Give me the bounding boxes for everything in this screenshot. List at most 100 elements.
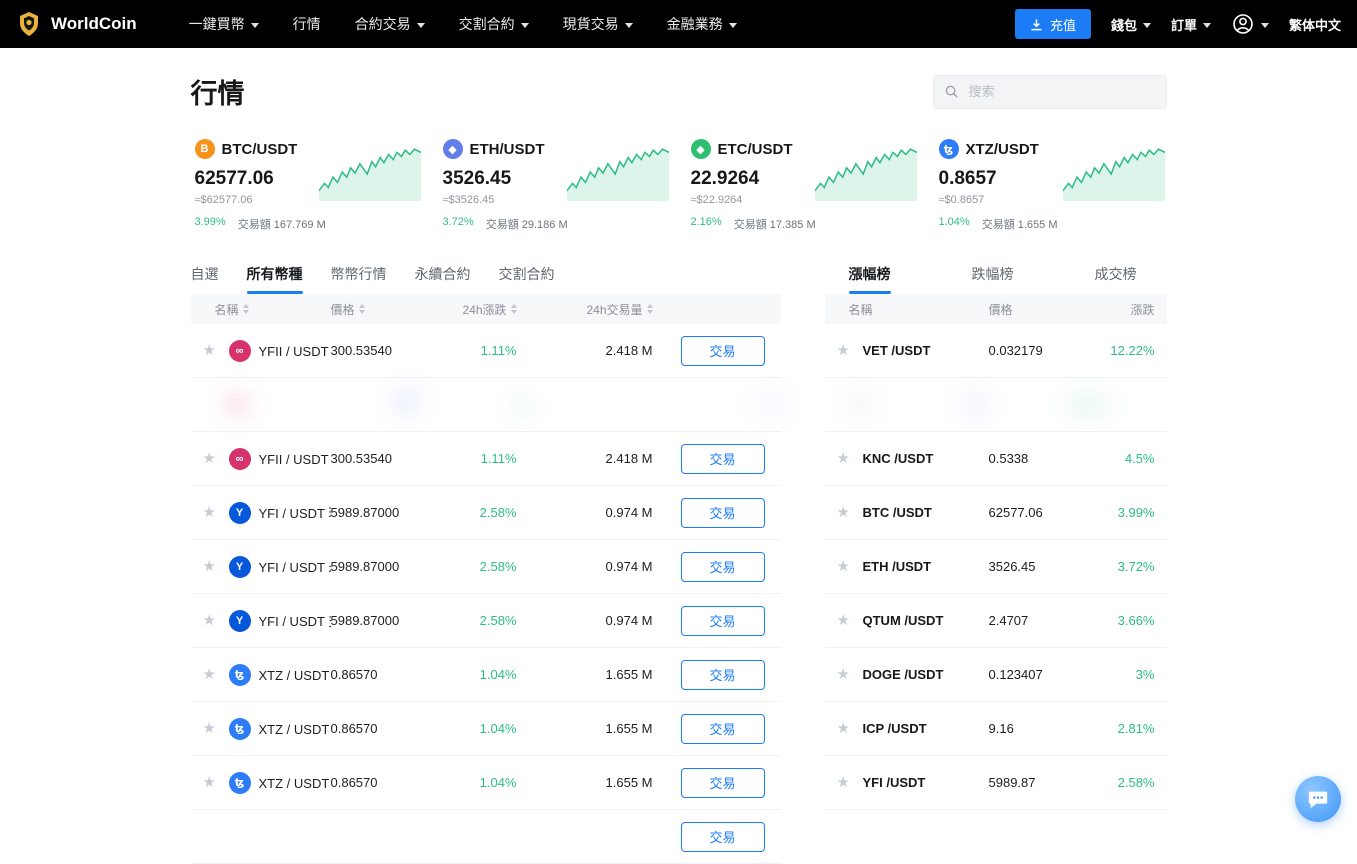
star-icon[interactable]: ★ [837,613,863,628]
market-row[interactable]: ★ Y YFI / USDT 交割 5989.87000 2.58% 0.974… [190,594,781,648]
trade-button[interactable]: 交易 [680,713,765,744]
nav-item-label: 交割合約 [458,16,515,32]
market-row[interactable]: ★ 交易 [190,378,781,432]
star-icon[interactable]: ★ [203,343,229,358]
tab[interactable]: 幣幣行情 [331,264,387,294]
column-header-price[interactable]: 價格 [331,301,439,318]
nav-item[interactable]: 行情 [293,14,321,34]
nav-item[interactable]: 交割合約 [459,14,529,34]
ranking-row[interactable]: ★ YFI /USDT 5989.87 2.58% [824,756,1167,810]
star-icon[interactable]: ★ [837,559,863,574]
ticker-pair: ETH/USDT [469,140,545,158]
price: 5989.87 [988,775,1036,790]
orders-menu[interactable]: 訂單 [1171,15,1211,34]
ticker-card[interactable]: ꜩ XTZ/USDT 0.8657 ≈$0.8657 1.04% 交易額 1.6… [935,133,1167,234]
nav-item-label: 一鍵買幣 [188,16,245,32]
ticker-card[interactable]: ◆ ETH/USDT 3526.45 ≈$3526.45 3.72% 交易額 2… [439,133,671,234]
star-icon[interactable]: ★ [203,451,229,466]
column-header-label: 價格 [330,302,355,317]
pair-name: QTUM /USDT [862,613,944,628]
star-icon[interactable]: ★ [837,667,863,682]
star-icon[interactable]: ★ [203,721,229,736]
trade-button[interactable]: 交易 [680,335,765,366]
market-row[interactable]: ★ ꜩ XTZ / USDT 現貨 0.86570 1.04% 1.655 M … [190,648,781,702]
search-box[interactable] [932,74,1167,109]
price: 0.123407 [988,667,1043,682]
tab[interactable]: 跌幅榜 [972,264,1014,294]
nav-item[interactable]: 現貨交易 [563,14,633,34]
nav-item[interactable]: 一鍵買幣 [189,14,259,34]
trade-button[interactable]: 交易 [680,551,765,582]
star-icon[interactable]: ★ [203,775,229,790]
star-icon[interactable]: ★ [837,451,863,466]
trade-button[interactable]: 交易 [680,605,765,636]
ranking-row[interactable]: ★ DOGE /USDT 0.123407 3% [824,648,1167,702]
ranking-row[interactable]: ★ ICP /USDT 9.16 2.81% [824,702,1167,756]
pair-name: XTZ / USDT 永續 [258,722,331,737]
star-icon[interactable]: ★ [837,775,863,790]
brand[interactable]: WorldCoin [16,11,137,37]
column-header-name[interactable]: 名稱 [203,301,331,318]
change: 3.72% [1117,559,1155,574]
change: 3% [1135,667,1155,682]
language-selector[interactable]: 繁体中文 [1289,15,1341,34]
wallet-label: 錢包 [1110,17,1137,33]
panels: 自選 所有幣種 幣幣行情 永續合約 交割合約 名稱 價格 24h漲跌 24h交易… [177,264,1181,864]
star-icon[interactable]: ★ [837,505,863,520]
pair-name: BTC /USDT [862,505,932,520]
trade-button[interactable]: 交易 [680,497,765,528]
ranking-row[interactable]: ★ KNC /USDT 0.5338 4.5% [824,432,1167,486]
market-row[interactable]: ★ ꜩ XTZ / USDT 永續 0.86570 1.04% 1.655 M … [190,702,781,756]
star-icon[interactable]: ★ [203,613,229,628]
ticker-pair: ETC/USDT [717,140,793,158]
pair-name: YFI / USDT 交割 [258,614,331,629]
ticker-pair: BTC/USDT [221,140,298,158]
star-icon[interactable]: ★ [837,721,863,736]
ranking-row[interactable]: ★ VET /USDT 0.032179 12.22% [824,324,1167,378]
chevron-down-icon [520,22,529,28]
column-header-change[interactable]: 24h漲跌 [439,301,517,318]
column-header-volume[interactable]: 24h交易量 [517,301,653,318]
ticker-card[interactable]: B BTC/USDT 62577.06 ≈$62577.06 3.99% 交易額… [191,133,423,234]
trade-button[interactable]: 交易 [680,767,765,798]
star-icon[interactable]: ★ [203,505,229,520]
main-content: 行情 B BTC/USDT 62577.06 ≈$62577.06 3.99% … [177,48,1181,864]
market-row[interactable]: ★ Y YFI / USDT 永續 5989.87000 2.58% 0.974… [190,540,781,594]
star-icon[interactable]: ★ [203,559,229,574]
search-input[interactable] [966,83,1156,100]
search-icon [945,85,958,98]
tab[interactable]: 自選 [191,264,219,294]
ranking-row[interactable]: ★ ETH /USDT 3526.45 3.72% [824,540,1167,594]
ranking-row[interactable]: ★ [824,378,1167,432]
deposit-button[interactable]: 充值 [1014,9,1091,39]
tab[interactable]: 漲幅榜 [848,264,891,294]
ranking-row[interactable]: ★ QTUM /USDT 2.4707 3.66% [824,594,1167,648]
star-icon[interactable]: ★ [203,667,229,682]
account-menu[interactable] [1231,12,1269,36]
tab[interactable]: 所有幣種 [246,264,303,294]
nav-item[interactable]: 金融業務 [667,14,737,34]
trade-button[interactable]: 交易 [680,659,765,690]
tab[interactable]: 永續合約 [415,264,471,294]
ticker-volume: 交易額 1.655 M [981,219,1058,231]
nav-item-label: 金融業務 [666,16,723,32]
volume-24h: 0.974 M [605,613,653,628]
nav-item[interactable]: 合約交易 [355,14,425,34]
market-row[interactable]: ★ ∞ YFII / USDT 交割 300.53540 1.11% 2.418… [190,432,781,486]
column-header-name: 名稱 [837,301,989,318]
trade-button[interactable]: 交易 [680,443,765,474]
chat-button[interactable] [1295,776,1341,822]
market-row[interactable]: ★ Y YFI / USDT 現貨 5989.87000 2.58% 0.974… [190,486,781,540]
market-row[interactable]: ★ ꜩ XTZ / USDT 交割 0.86570 1.04% 1.655 M … [190,756,781,810]
tab[interactable]: 成交榜 [1095,264,1137,294]
market-row[interactable]: ★ ∞ YFII / USDT 現貨 300.53540 1.11% 2.418… [190,324,781,378]
coin-icon: Y [228,501,251,524]
sort-icon [242,304,249,314]
star-icon[interactable]: ★ [837,343,863,358]
market-row[interactable]: ★ 交易 [190,810,781,864]
tab[interactable]: 交割合約 [499,264,555,294]
ranking-row[interactable]: ★ BTC /USDT 62577.06 3.99% [824,486,1167,540]
trade-button[interactable]: 交易 [680,821,765,852]
wallet-menu[interactable]: 錢包 [1111,15,1151,34]
ticker-card[interactable]: ◆ ETC/USDT 22.9264 ≈$22.9264 2.16% 交易額 1… [687,133,919,234]
